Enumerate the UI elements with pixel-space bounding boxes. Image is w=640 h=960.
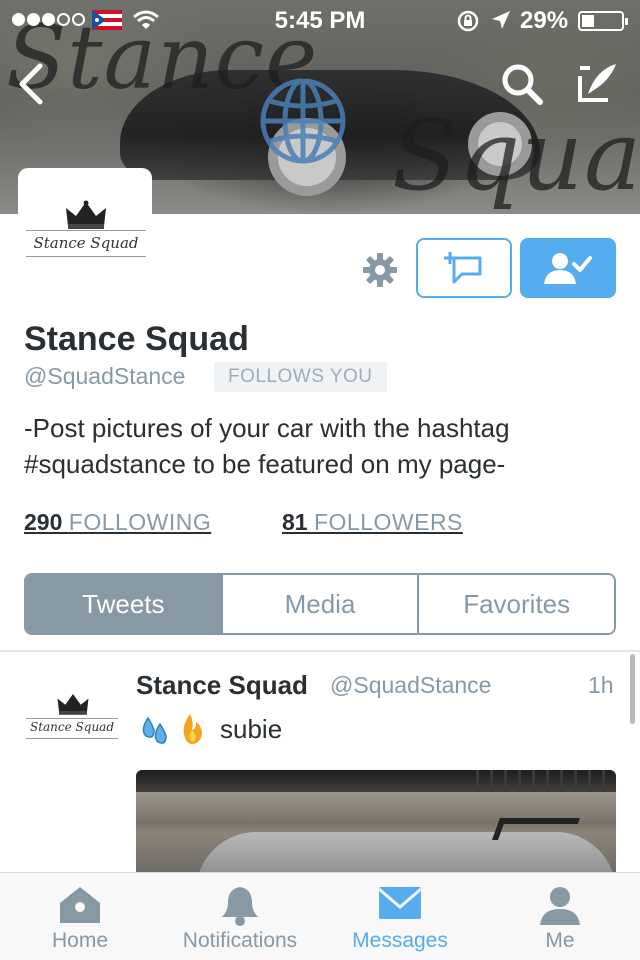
followers-link[interactable]: 81 FOLLOWERS — [282, 509, 463, 536]
tab-media[interactable]: Media — [220, 575, 418, 633]
orientation-lock-icon — [457, 10, 479, 32]
scrollbar[interactable] — [630, 654, 635, 724]
gear-icon[interactable] — [362, 252, 398, 288]
following-link[interactable]: 290 FOLLOWING — [24, 509, 211, 536]
following-label: FOLLOWING — [68, 509, 212, 535]
tab-tweets[interactable]: Tweets — [26, 575, 221, 633]
tab-messages[interactable]: Messages — [320, 873, 480, 960]
crown-icon — [66, 200, 106, 229]
tab-bar: Home Notifications Messages Me — [0, 872, 640, 960]
profile-handle: @SquadStance — [24, 363, 186, 389]
profile-name: Stance Squad — [24, 320, 249, 358]
battery-icon — [578, 11, 628, 31]
tweet-timestamp: 1h — [588, 672, 614, 698]
tab-me-label: Me — [545, 929, 575, 952]
tweet-text: subie — [220, 714, 283, 744]
person-icon — [540, 887, 580, 925]
tweet-author-handle: @SquadStance — [330, 672, 492, 698]
banner-script-text: Squad — [392, 100, 640, 212]
tab-favorites[interactable]: Favorites — [417, 575, 614, 633]
add-to-list-icon — [444, 252, 482, 284]
tweet-photo[interactable] — [136, 770, 616, 874]
chevron-left-icon[interactable] — [16, 62, 46, 106]
tweet-avatar-wordmark: Stance Squad — [29, 720, 115, 734]
following-button[interactable] — [520, 238, 616, 298]
tweet-emoji — [142, 714, 202, 744]
fire-icon — [183, 714, 202, 744]
user-check-icon — [544, 253, 592, 284]
tweet-avatar[interactable]: Stance Squad — [22, 690, 122, 750]
sweat-droplets-icon — [142, 716, 167, 744]
add-to-list-button[interactable] — [416, 238, 512, 298]
profile-bio: -Post pictures of your car with the hash… — [24, 413, 510, 479]
globe-icon — [260, 78, 346, 164]
follows-you-badge: FOLLOWS YOU — [214, 362, 387, 392]
tab-home-label: Home — [51, 929, 109, 952]
avatar-wordmark: Stance Squad — [33, 234, 139, 252]
bell-icon — [222, 887, 258, 926]
location-arrow-icon — [492, 11, 510, 29]
crown-icon — [57, 693, 89, 715]
followers-label: FOLLOWERS — [313, 509, 463, 535]
status-bar: 5:45 PM 29% — [0, 0, 640, 40]
followers-count: 81 — [282, 509, 314, 535]
tab-messages-label: Messages — [352, 929, 448, 952]
avatar-logo: Stance Squad — [26, 198, 146, 268]
battery-percent: 29% — [520, 7, 569, 34]
search-icon[interactable] — [500, 62, 544, 106]
tab-me[interactable]: Me — [480, 873, 640, 960]
following-count: 290 — [24, 509, 69, 535]
tab-notifications-label: Notifications — [182, 929, 298, 952]
tweet-author-name[interactable]: Stance Squad — [136, 670, 308, 701]
divider — [0, 650, 640, 652]
profile-avatar[interactable]: Stance Squad — [18, 168, 152, 278]
compose-tweet-icon[interactable] — [574, 60, 620, 106]
profile-segment-control: Tweets Media Favorites — [24, 573, 616, 635]
home-icon — [60, 887, 100, 923]
tab-notifications[interactable]: Notifications — [160, 873, 320, 960]
tab-home[interactable]: Home — [0, 873, 160, 960]
envelope-icon — [378, 887, 422, 919]
